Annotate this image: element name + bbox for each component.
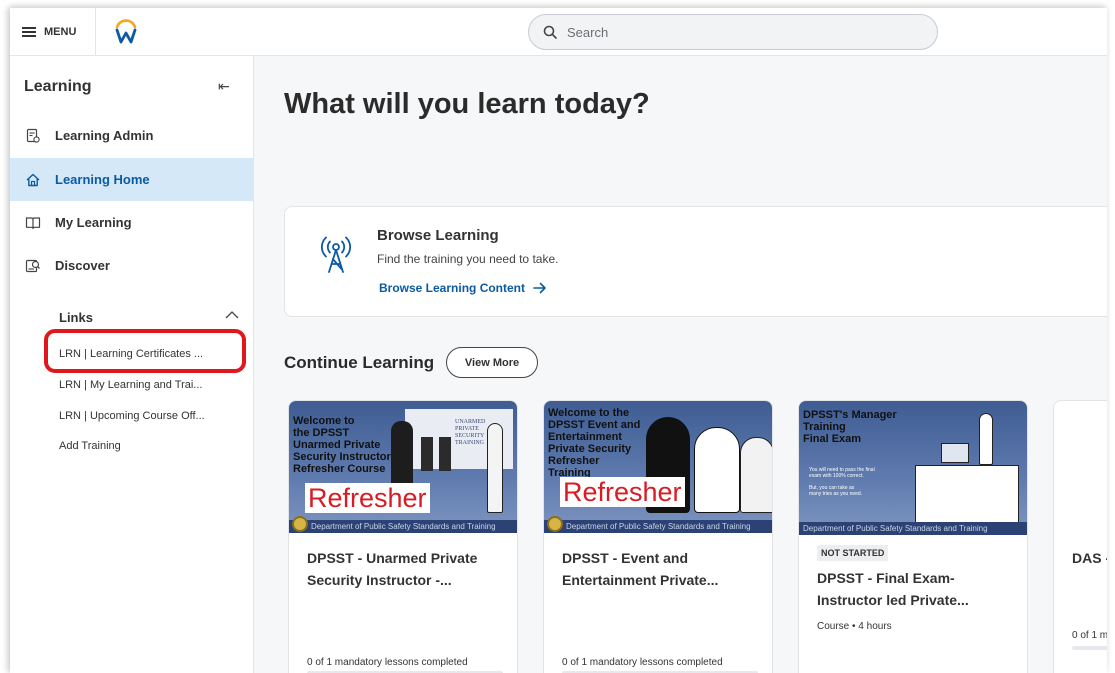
figure-illustration	[694, 427, 740, 513]
course-status: 0 of 1 m	[1072, 630, 1107, 641]
thumbnail-text: Welcome to the DPSST Unarmed Private Sec…	[293, 415, 391, 475]
laptop-illustration	[941, 443, 969, 463]
menu-button[interactable]: MENU	[10, 8, 96, 56]
link-my-learning-and-training[interactable]: LRN | My Learning and Trai...	[59, 379, 202, 391]
admin-doc-icon	[26, 128, 40, 143]
thumbnail-text: DPSST's Manager Training Final Exam	[803, 409, 897, 445]
search-input[interactable]	[567, 24, 907, 40]
sidebar-title: Learning	[24, 78, 92, 95]
thumbnail-footer: Department of Public Safety Standards an…	[289, 520, 517, 533]
course-status: 0 of 1 mandatory lessons completed	[562, 657, 723, 668]
course-card[interactable]: DAS - 0 of 1 m	[1053, 400, 1107, 673]
link-upcoming-course-offerings[interactable]: LRN | Upcoming Course Off...	[59, 410, 205, 422]
browse-learning-card: Browse Learning Find the training you ne…	[284, 206, 1107, 317]
sidebar-item-label: Discover	[55, 258, 110, 273]
thumbnail-footer: Department of Public Safety Standards an…	[544, 520, 772, 533]
collapse-sidebar-icon[interactable]: ⇤	[218, 78, 230, 95]
thumbnail-footer: Department of Public Safety Standards an…	[799, 522, 1027, 535]
sidebar-item-learning-home[interactable]: Learning Home	[10, 158, 253, 201]
refresher-banner: Refresher	[305, 483, 430, 513]
view-more-button[interactable]: View More	[446, 347, 538, 378]
dpsst-seal-icon	[547, 516, 563, 532]
sidebar-item-learning-admin[interactable]: Learning Admin	[10, 114, 253, 157]
figure-illustration	[421, 437, 433, 471]
sidebar-item-label: Learning Admin	[55, 128, 154, 143]
page-title: What will you learn today?	[284, 88, 650, 120]
sidebar-item-discover[interactable]: Discover	[10, 244, 253, 287]
browse-link-label: Browse Learning Content	[379, 281, 526, 295]
course-title: DPSST - Final Exam-Instructor led Privat…	[817, 570, 969, 608]
figure-illustration	[439, 437, 451, 471]
figure-illustration	[979, 413, 993, 465]
continue-learning-title: Continue Learning	[284, 353, 435, 372]
broadcast-tower-icon	[321, 236, 351, 273]
browse-learning-description: Find the training you need to take.	[377, 252, 559, 266]
search-icon	[543, 25, 557, 39]
figure-illustration	[740, 437, 772, 513]
sign-text: UNARMED PRIVATE SECURITY TRAINING	[455, 419, 486, 446]
course-thumbnail: Welcome to the DPSST Unarmed Private Sec…	[289, 401, 517, 533]
link-add-training[interactable]: Add Training	[59, 440, 121, 452]
course-title: DPSST - Event and Entertainment Private.…	[562, 550, 719, 588]
search-bar[interactable]	[528, 14, 938, 50]
top-bar: MENU	[10, 8, 1107, 56]
status-badge: NOT STARTED	[817, 545, 889, 561]
course-title: DAS -	[1072, 550, 1107, 566]
course-status: 0 of 1 mandatory lessons completed	[307, 657, 468, 668]
sidebar-item-my-learning[interactable]: My Learning	[10, 201, 253, 244]
course-meta: Course • 4 hours	[817, 621, 892, 632]
thumbnail-text: Welcome to the DPSST Event and Entertain…	[548, 407, 641, 479]
sidebar-item-label: Learning Home	[55, 172, 150, 187]
sidebar-item-label: My Learning	[55, 215, 132, 230]
desk-illustration	[915, 465, 1019, 523]
book-icon	[25, 216, 41, 229]
course-thumbnail: DPSST's Manager Training Final Exam You …	[799, 401, 1027, 535]
home-icon	[26, 173, 40, 186]
sidebar: Learning ⇤ Learning Admin Learning Home …	[10, 56, 254, 673]
course-card[interactable]: Welcome to the DPSST Unarmed Private Sec…	[288, 400, 518, 673]
figure-illustration	[487, 423, 503, 513]
browse-learning-content-link[interactable]: Browse Learning Content	[379, 281, 547, 295]
dpsst-seal-icon	[292, 516, 308, 532]
thumbnail-note: You will need to pass the final exam wit…	[809, 467, 875, 497]
browse-learning-title: Browse Learning	[377, 227, 499, 244]
menu-label: MENU	[44, 26, 77, 38]
course-card[interactable]: Welcome to the DPSST Event and Entertain…	[543, 400, 773, 673]
progress-bar	[1072, 646, 1107, 650]
chevron-up-icon	[225, 311, 239, 319]
course-thumbnail: Welcome to the DPSST Event and Entertain…	[544, 401, 772, 533]
arrow-right-icon	[533, 282, 546, 294]
workday-logo-icon[interactable]	[114, 18, 138, 44]
app-window: MENU Learning ⇤ Learning Admin	[10, 8, 1107, 673]
links-label: Links	[59, 310, 93, 325]
refresher-banner: Refresher	[560, 477, 685, 507]
course-card[interactable]: DPSST's Manager Training Final Exam You …	[798, 400, 1028, 673]
hamburger-icon	[22, 25, 36, 39]
links-section-toggle[interactable]: Links	[59, 310, 239, 325]
course-title: DPSST - Unarmed Private Security Instruc…	[307, 550, 478, 588]
highlight-annotation	[44, 329, 246, 373]
discover-icon	[25, 259, 40, 272]
